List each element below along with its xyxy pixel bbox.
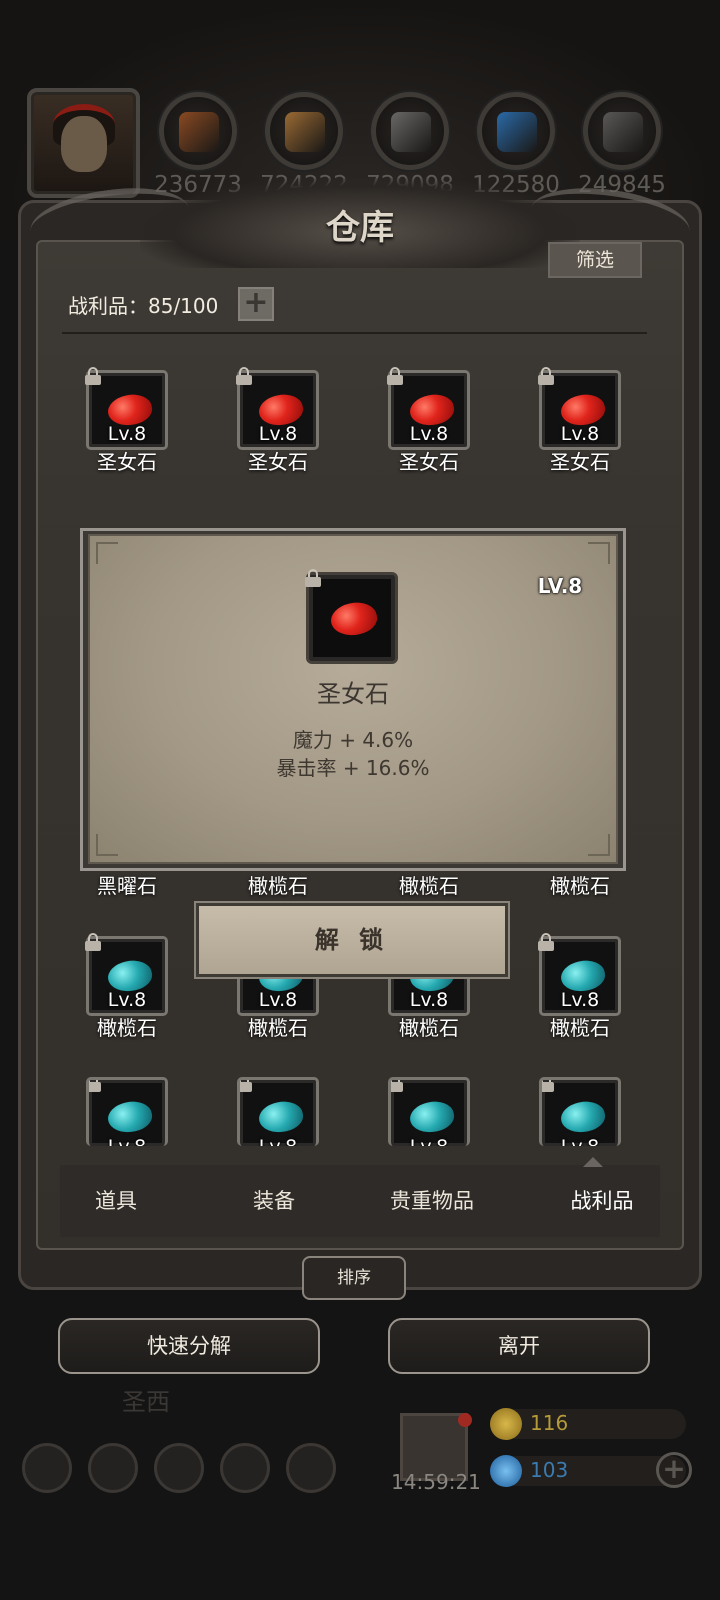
mail-icon[interactable] <box>220 1443 270 1493</box>
item-level: Lv.8 <box>89 1136 165 1146</box>
item-level: Lv.8 <box>391 1136 467 1146</box>
item-name: 橄榄石 <box>399 874 459 898</box>
item-name: 圣女石 <box>248 450 308 474</box>
item-name: 橄榄石 <box>550 1016 610 1040</box>
gold-bar <box>500 1409 686 1439</box>
wood-resource[interactable] <box>265 92 343 170</box>
red-gem-icon <box>328 598 380 640</box>
item-name: 圣女石 <box>399 450 459 474</box>
filter-button[interactable]: 筛选 <box>548 242 642 278</box>
item-level: Lv.8 <box>258 423 298 445</box>
item-slot[interactable]: Lv.8 <box>237 1077 319 1146</box>
item-slot[interactable]: Lv.8 <box>538 933 621 1016</box>
settings-icon[interactable] <box>22 1443 72 1493</box>
tab-spoils[interactable]: 战利品 <box>532 1185 672 1215</box>
item-name: 圣女石 <box>97 450 157 474</box>
meat-icon <box>179 112 219 152</box>
corner-ornament <box>96 542 118 564</box>
item-slot[interactable]: Lv.8 <box>538 367 621 450</box>
item-level: Lv.8 <box>409 423 449 445</box>
item-level: Lv.8 <box>560 423 600 445</box>
corner-ornament <box>588 834 610 856</box>
tooltip-stat: 暴击率 + 16.6% <box>276 756 430 780</box>
tab-items[interactable]: 道具 <box>46 1185 186 1215</box>
notification-dot <box>458 1413 472 1427</box>
lock-icon <box>391 1080 403 1092</box>
item-name: 黑曜石 <box>97 874 157 898</box>
item-level: Lv.8 <box>107 989 147 1011</box>
hero-icon[interactable] <box>88 1443 138 1493</box>
leave-button[interactable]: 离开 <box>388 1318 650 1374</box>
teal-gem-icon <box>105 1097 155 1137</box>
gold-coin-icon <box>490 1408 522 1440</box>
corner-ornament <box>96 834 118 856</box>
tooltip-item-icon <box>305 569 398 664</box>
teal-gem-icon <box>407 1097 457 1137</box>
lock-icon <box>538 933 554 951</box>
item-level: Lv.8 <box>409 989 449 1011</box>
item-slot[interactable]: Lv.8 <box>388 1077 470 1146</box>
gift-timer: 14:59:21 <box>391 1470 481 1494</box>
lock-icon <box>236 367 252 385</box>
tooltip-level: LV.8 <box>537 574 583 598</box>
crystal-icon <box>497 112 537 152</box>
add-currency-button[interactable]: + <box>656 1452 692 1488</box>
item-slot[interactable]: Lv.8 <box>539 1077 621 1146</box>
item-slot[interactable]: Lv.8 <box>86 1077 168 1146</box>
quick-decompose-button[interactable]: 快速分解 <box>58 1318 320 1374</box>
iron-icon <box>391 112 431 152</box>
lock-icon <box>542 1080 554 1092</box>
lock-icon <box>538 367 554 385</box>
tooltip-stat: 魔力 + 4.6% <box>292 728 414 752</box>
expand-capacity-button[interactable]: + <box>238 287 274 321</box>
bag-icon[interactable] <box>154 1443 204 1493</box>
tab-equipment[interactable]: 装备 <box>204 1185 344 1215</box>
unlock-button[interactable]: 解 锁 <box>194 901 510 979</box>
lock-icon <box>85 367 101 385</box>
active-tab-indicator <box>583 1157 603 1167</box>
tab-valuables[interactable]: 贵重物品 <box>362 1185 502 1215</box>
lock-icon <box>240 1080 252 1092</box>
spoils-count: 战利品：85/100 <box>68 294 219 318</box>
steel-icon <box>603 112 643 152</box>
avatar-face <box>61 116 107 172</box>
crystal-resource[interactable] <box>477 92 555 170</box>
background-label: 圣西 <box>122 1388 170 1416</box>
item-slot[interactable]: Lv.8 <box>85 367 168 450</box>
item-name: 橄榄石 <box>399 1016 459 1040</box>
item-name: 橄榄石 <box>248 1016 308 1040</box>
lock-icon <box>89 1080 101 1092</box>
player-avatar[interactable] <box>27 88 140 198</box>
sort-button[interactable]: 排序 <box>302 1256 406 1300</box>
wood-icon <box>285 112 325 152</box>
item-level: Lv.8 <box>542 1136 618 1146</box>
item-level: Lv.8 <box>240 1136 316 1146</box>
item-level: Lv.8 <box>107 423 147 445</box>
item-level: Lv.8 <box>258 989 298 1011</box>
diamond-icon <box>490 1455 522 1487</box>
lock-icon <box>85 933 101 951</box>
quest-icon[interactable] <box>286 1443 336 1493</box>
teal-gem-icon <box>558 1097 608 1137</box>
gold-amount: 116 <box>530 1411 569 1435</box>
divider <box>62 332 647 334</box>
meat-resource[interactable] <box>159 92 237 170</box>
steel-resource[interactable] <box>583 92 661 170</box>
gem-amount: 103 <box>530 1458 569 1482</box>
corner-ornament <box>588 542 610 564</box>
item-level: Lv.8 <box>560 989 600 1011</box>
lock-icon <box>387 367 403 385</box>
item-slot[interactable]: Lv.8 <box>236 367 319 450</box>
item-slot[interactable]: Lv.8 <box>85 933 168 1016</box>
item-slot[interactable]: Lv.8 <box>387 367 470 450</box>
iron-resource[interactable] <box>371 92 449 170</box>
item-name: 圣女石 <box>550 450 610 474</box>
lock-icon <box>305 569 321 587</box>
item-name: 橄榄石 <box>248 874 308 898</box>
item-name: 橄榄石 <box>550 874 610 898</box>
teal-gem-icon <box>256 1097 306 1137</box>
item-name: 橄榄石 <box>97 1016 157 1040</box>
tooltip-item-name: 圣女石 <box>317 680 389 708</box>
